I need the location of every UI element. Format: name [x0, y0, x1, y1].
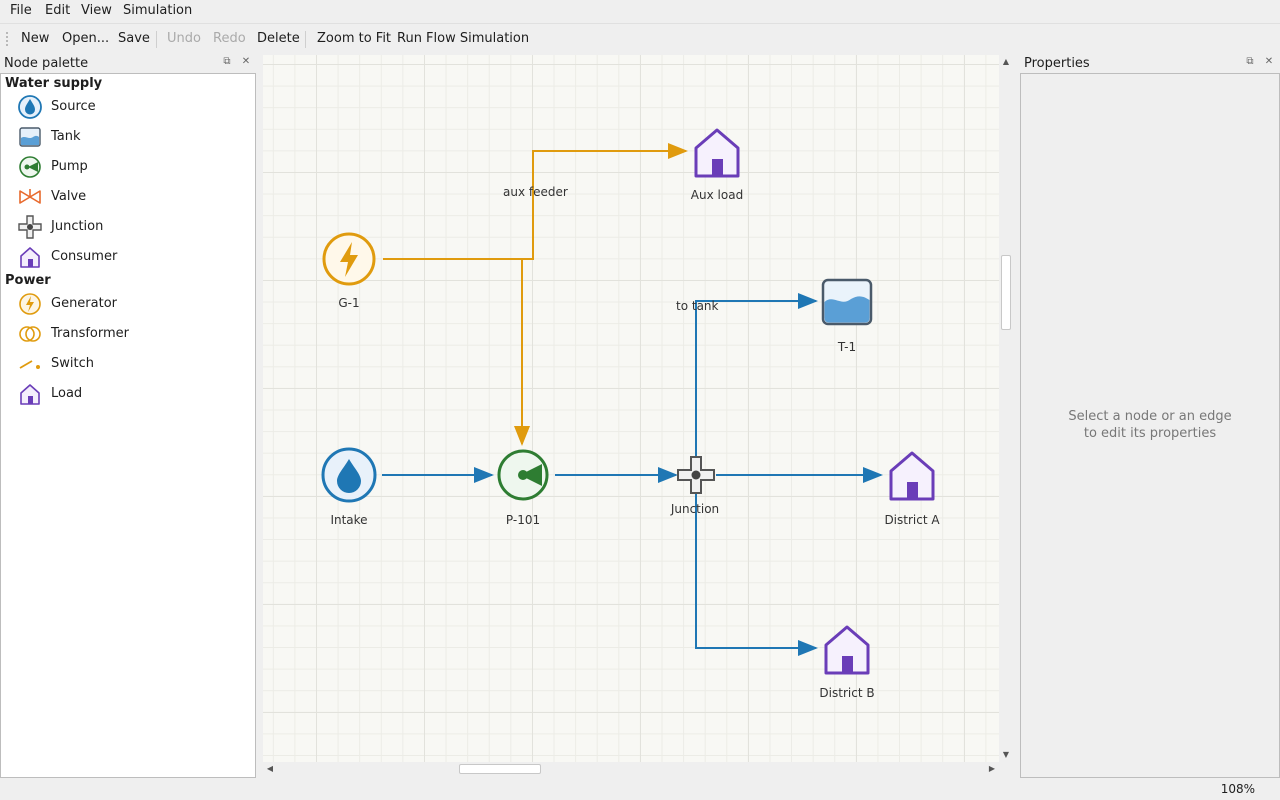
- save-button[interactable]: Save: [118, 31, 150, 46]
- tank-icon: [19, 127, 41, 147]
- close-dock-icon[interactable]: ✕: [1264, 57, 1274, 67]
- node-palette: Water supply Source Tank Pump Valve Junc…: [0, 73, 256, 778]
- node-label-p101: P-101: [505, 513, 541, 527]
- palette-item-consumer[interactable]: Consumer: [17, 244, 247, 270]
- float-dock-icon[interactable]: ⧉: [222, 57, 232, 67]
- toolbar: New Open... Save Undo Redo Delete Zoom t…: [0, 23, 1280, 54]
- toolbar-grip[interactable]: [6, 32, 10, 46]
- horizontal-scroll-thumb[interactable]: [459, 764, 541, 774]
- house-icon: [20, 384, 40, 405]
- pump-icon[interactable]: [496, 448, 550, 502]
- diagram-edges: [382, 143, 883, 656]
- status-bar: 108%: [0, 778, 1280, 800]
- scroll-right-icon[interactable]: ▶: [985, 762, 999, 776]
- scroll-up-icon[interactable]: ▲: [999, 55, 1013, 69]
- edge-g1-aux-load[interactable]: [383, 143, 688, 260]
- menu-file[interactable]: File: [10, 3, 32, 18]
- water-drop-icon[interactable]: [321, 447, 377, 503]
- palette-item-valve[interactable]: Valve: [17, 184, 247, 210]
- group-power: Power: [5, 273, 51, 288]
- zoom-to-fit-button[interactable]: Zoom to Fit: [317, 31, 391, 46]
- lightning-icon: [19, 293, 41, 315]
- switch-icon: [19, 360, 40, 369]
- menu-view[interactable]: View: [81, 3, 112, 18]
- vertical-scroll-thumb[interactable]: [1001, 255, 1011, 330]
- node-label-junction: Junction: [670, 502, 720, 516]
- house-icon[interactable]: [691, 127, 743, 179]
- palette-item-junction[interactable]: Junction: [17, 214, 247, 240]
- palette-item-generator[interactable]: Generator: [17, 291, 247, 317]
- palette-item-tank[interactable]: Tank: [17, 124, 247, 150]
- group-water-supply: Water supply: [5, 76, 103, 91]
- water-drop-icon: [18, 95, 42, 119]
- float-dock-icon[interactable]: ⧉: [1245, 57, 1255, 67]
- node-label-aux-load: Aux load: [690, 188, 744, 202]
- junction-icon: [18, 215, 42, 239]
- toolbar-separator: [156, 31, 157, 48]
- horizontal-scrollbar[interactable]: ◀ ▶: [263, 762, 999, 776]
- palette-item-load[interactable]: Load: [17, 381, 247, 407]
- node-label-district-b: District B: [819, 686, 875, 700]
- edge-label-aux-feeder: aux feeder: [503, 185, 568, 199]
- junction-icon[interactable]: [677, 456, 715, 494]
- properties-title: Properties: [1024, 56, 1090, 71]
- tank-icon[interactable]: [821, 278, 873, 326]
- transformer-icon: [19, 326, 41, 342]
- house-icon[interactable]: [886, 450, 938, 502]
- properties-hint: Select a node or an edge to edit its pro…: [1068, 409, 1232, 441]
- delete-button[interactable]: Delete: [257, 31, 300, 46]
- scroll-down-icon[interactable]: ▼: [999, 748, 1013, 762]
- generator-node-icon[interactable]: [321, 231, 377, 287]
- diagram-canvas[interactable]: G-1 Aux load aux feeder T-1 to tank Inta…: [263, 55, 999, 762]
- palette-item-source[interactable]: Source: [17, 94, 247, 120]
- house-icon[interactable]: [821, 624, 873, 676]
- zoom-level: 108%: [1220, 782, 1255, 796]
- run-flow-simulation-button[interactable]: Run Flow Simulation: [397, 31, 529, 46]
- edge-junction-district-b[interactable]: [695, 493, 818, 656]
- valve-icon: [19, 189, 41, 204]
- undo-button[interactable]: Undo: [167, 31, 201, 46]
- vertical-scrollbar[interactable]: ▲ ▼: [999, 55, 1013, 762]
- redo-button[interactable]: Redo: [213, 31, 246, 46]
- palette-item-switch[interactable]: Switch: [17, 351, 247, 377]
- pump-icon: [19, 156, 41, 178]
- palette-item-transformer[interactable]: Transformer: [17, 321, 247, 347]
- edge-g1-p101[interactable]: [383, 258, 530, 446]
- house-icon: [20, 247, 40, 268]
- scroll-left-icon[interactable]: ◀: [263, 762, 277, 776]
- open-button[interactable]: Open...: [62, 31, 109, 46]
- node-label-intake: Intake: [330, 513, 368, 527]
- node-label-g1: G-1: [338, 296, 360, 310]
- new-button[interactable]: New: [21, 31, 49, 46]
- palette-title: Node palette: [4, 56, 89, 71]
- edge-junction-tank[interactable]: [695, 293, 818, 457]
- edge-label-to-tank: to tank: [676, 299, 719, 313]
- node-label-district-a: District A: [884, 513, 940, 527]
- menu-bar: File Edit View Simulation: [0, 0, 1280, 22]
- menu-simulation[interactable]: Simulation: [123, 3, 192, 18]
- toolbar-separator: [305, 31, 306, 48]
- node-label-t1: T-1: [837, 340, 857, 354]
- menu-edit[interactable]: Edit: [45, 3, 70, 18]
- palette-item-pump[interactable]: Pump: [17, 154, 247, 180]
- close-dock-icon[interactable]: ✕: [241, 57, 251, 67]
